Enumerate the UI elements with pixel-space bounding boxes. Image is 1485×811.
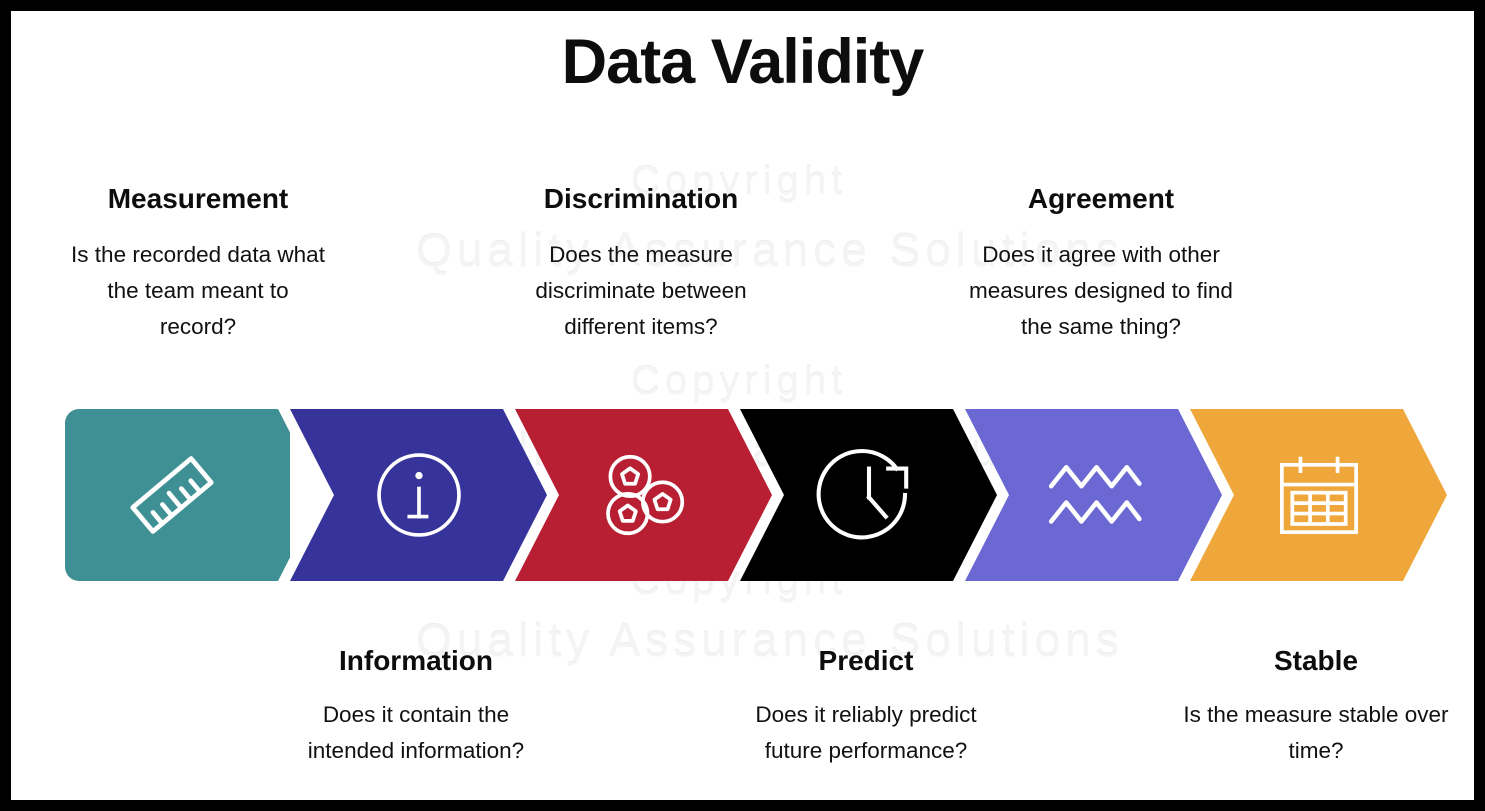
- callout-title: Predict: [818, 645, 914, 676]
- callout-body: Does it reliably predict future performa…: [706, 697, 1026, 769]
- chevron-step-information[interactable]: [290, 409, 547, 581]
- chevron-step-stable[interactable]: [1190, 409, 1447, 581]
- callout-line: measures designed to find: [969, 278, 1233, 304]
- callout-measurement: Measurement Is the recorded data what th…: [48, 183, 348, 345]
- callout-predict: Predict Does it reliably predict future …: [706, 645, 1026, 769]
- chevron-step-agreement[interactable]: [965, 409, 1222, 581]
- clock-forecast-icon: [762, 409, 975, 581]
- zigzag-waves-icon: [987, 409, 1200, 581]
- callout-title: Measurement: [107, 183, 289, 214]
- chevron-step-predict[interactable]: [740, 409, 997, 581]
- callout-title: Agreement: [1027, 183, 1175, 214]
- callout-line: the team meant to: [107, 278, 289, 304]
- callout-line: discriminate between: [535, 278, 747, 304]
- callout-line: time?: [1288, 738, 1344, 764]
- callout-title: Information: [339, 645, 493, 676]
- callout-line: Is the measure stable over: [1183, 702, 1449, 728]
- slide-frame: Copyright Quality Assurance Solutions Co…: [0, 0, 1485, 811]
- watermark-text: Copyright: [631, 359, 848, 403]
- page-title: Data Validity: [561, 27, 925, 97]
- callout-line: intended information?: [307, 738, 525, 764]
- callout-line: Is the recorded data what: [71, 242, 325, 268]
- callout-line: Does it agree with other: [982, 242, 1220, 268]
- callout-agreement: Agreement Does it agree with other measu…: [936, 183, 1266, 345]
- callout-body: Does it agree with other measures design…: [936, 237, 1266, 345]
- callout-stable: Stable Is the measure stable over time?: [1156, 645, 1474, 769]
- calendar-icon: [1212, 409, 1425, 581]
- infographic-canvas: Copyright Quality Assurance Solutions Co…: [11, 11, 1474, 800]
- process-chevron-band: [11, 409, 1474, 591]
- callout-discrimination: Discrimination Does the measure discrimi…: [491, 183, 791, 345]
- callout-body: Is the recorded data what the team meant…: [48, 237, 348, 345]
- callout-line: Does it contain the: [322, 702, 510, 728]
- callout-line: future performance?: [764, 738, 968, 764]
- ruler-icon: [65, 409, 278, 581]
- chevron-step-measurement[interactable]: [65, 409, 290, 581]
- callout-title: Discrimination: [543, 183, 739, 214]
- info-circle-icon: [312, 409, 525, 581]
- berries-icon: [537, 409, 750, 581]
- chevron-step-discrimination[interactable]: [515, 409, 772, 581]
- callout-title: Stable: [1273, 645, 1359, 676]
- callout-line: Does it reliably predict: [755, 702, 977, 728]
- callout-body: Is the measure stable over time?: [1156, 697, 1474, 769]
- callout-information: Information Does it contain the intended…: [256, 645, 576, 769]
- callout-line: record?: [159, 314, 237, 340]
- callout-line: the same thing?: [1020, 314, 1182, 340]
- callout-body: Does it contain the intended information…: [256, 697, 576, 769]
- callout-line: Does the measure: [549, 242, 733, 268]
- callout-body: Does the measure discriminate between di…: [491, 237, 791, 345]
- callout-line: different items?: [564, 314, 718, 340]
